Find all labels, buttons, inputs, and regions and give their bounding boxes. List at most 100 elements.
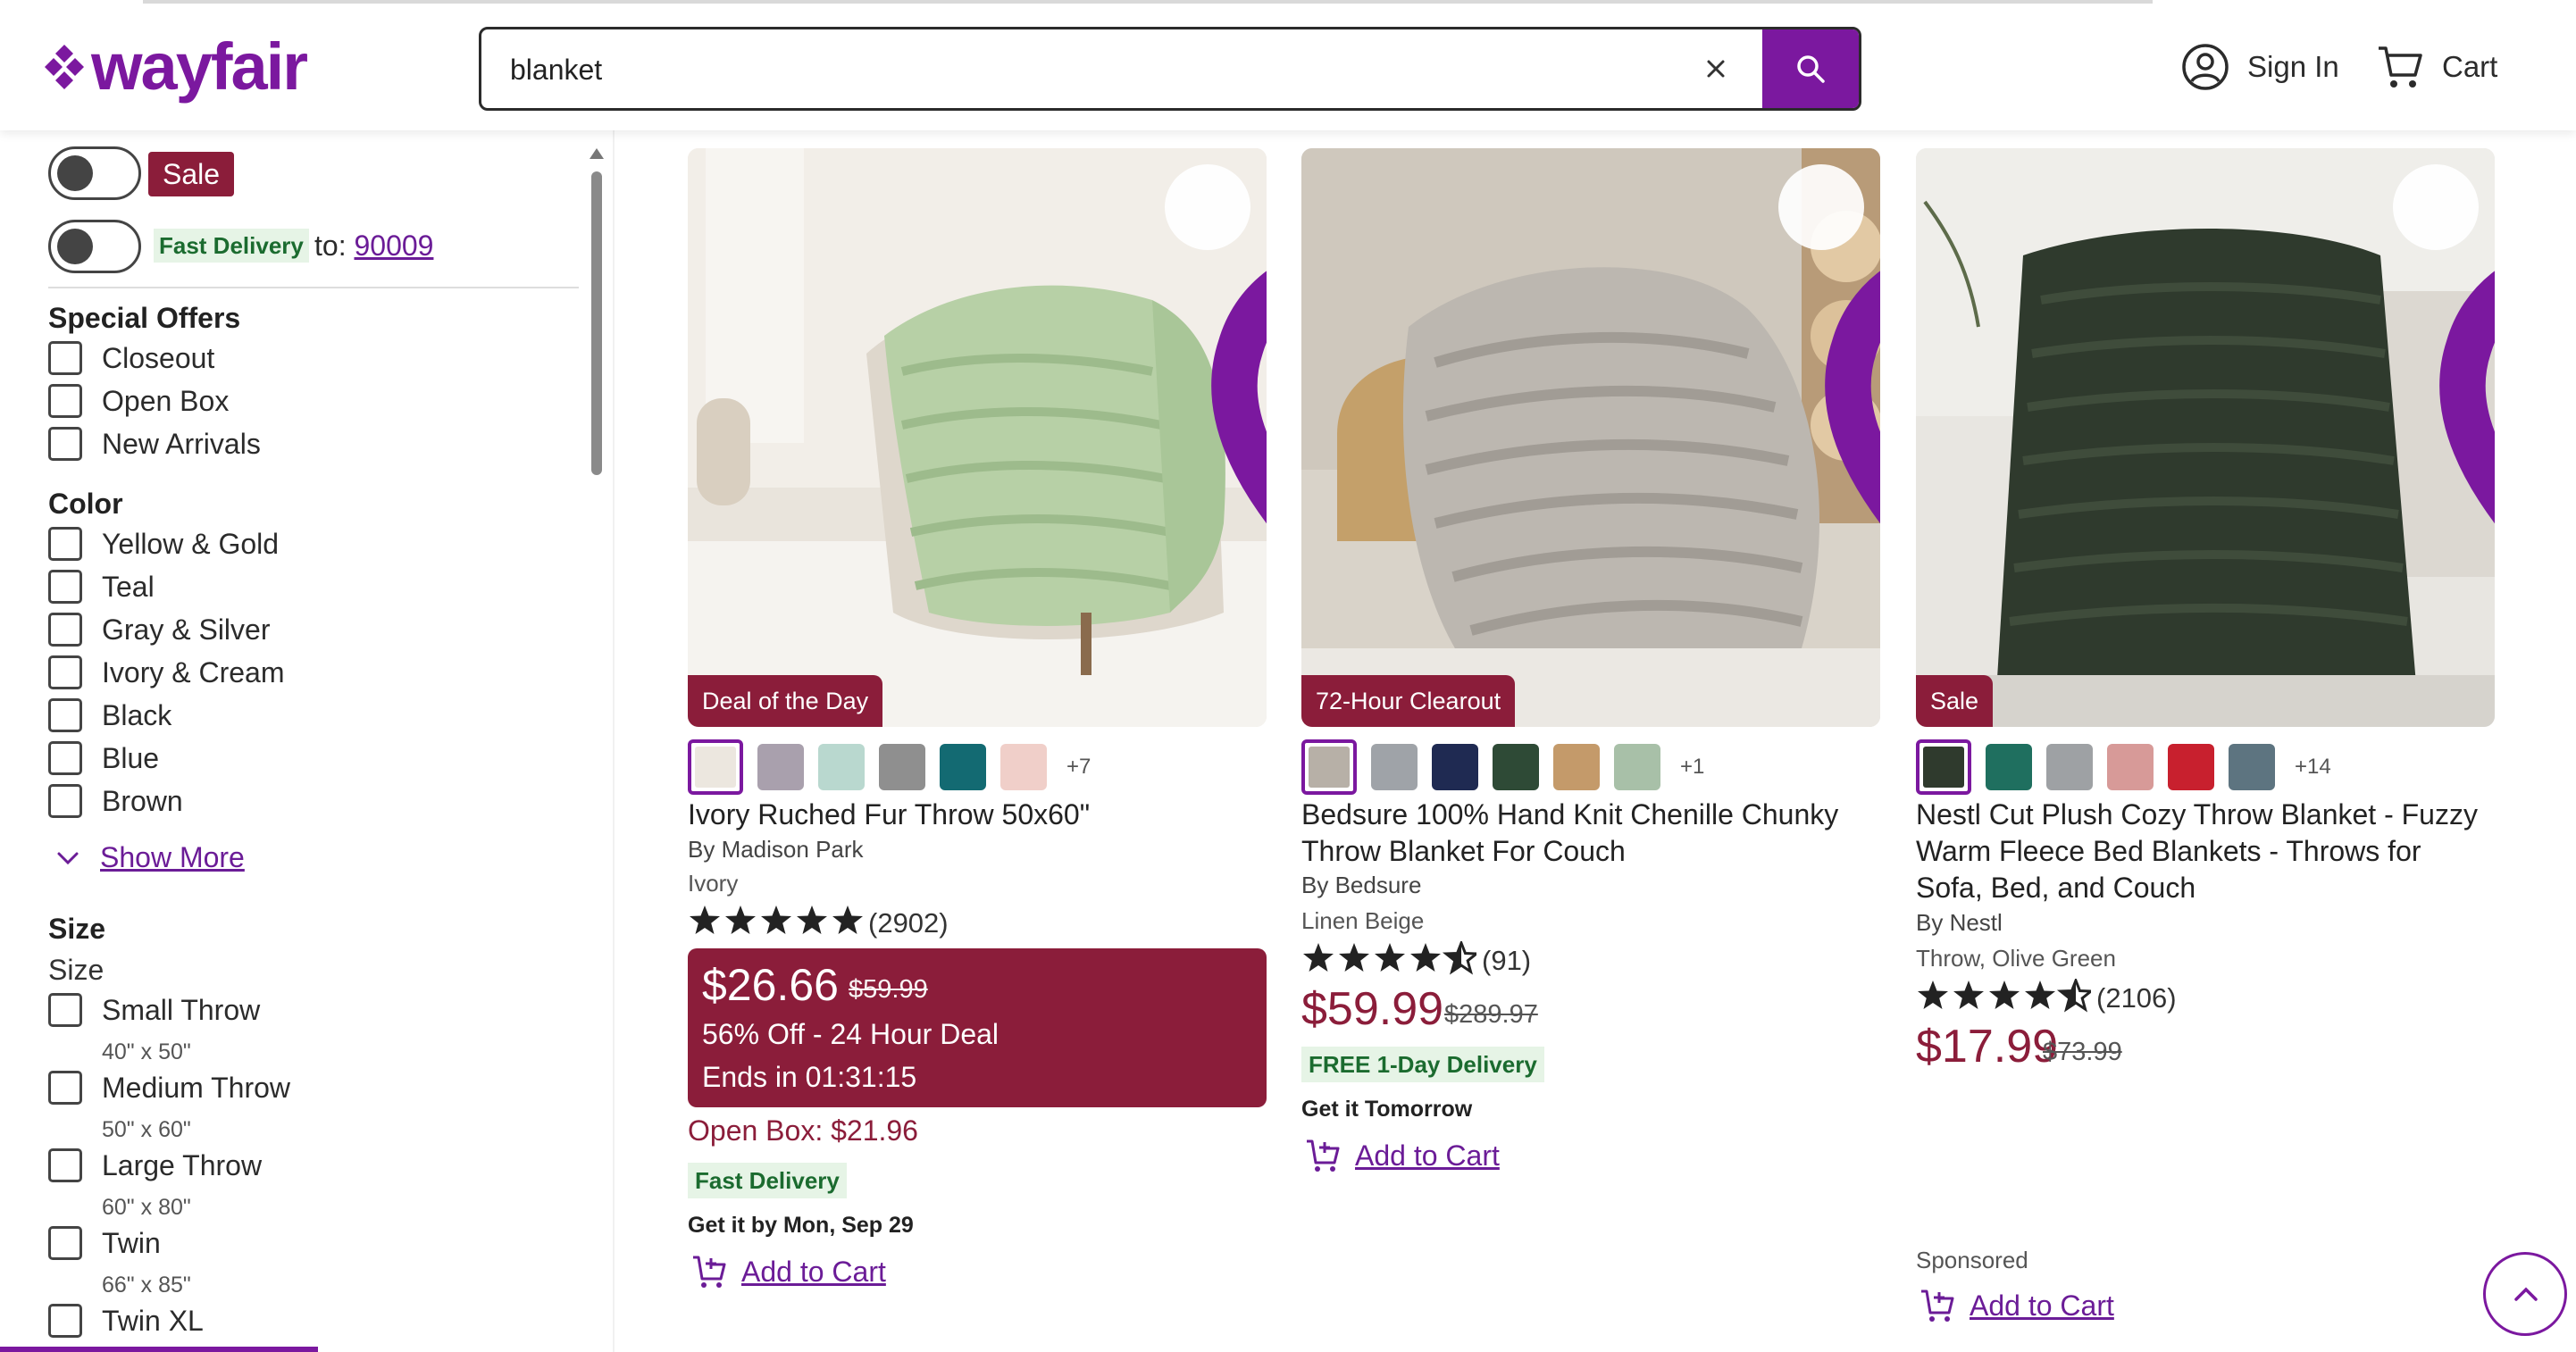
swatch[interactable] [2107,744,2154,790]
clear-search-button[interactable] [1696,49,1735,88]
more-swatches-count[interactable]: +1 [1680,755,1704,780]
checkbox[interactable] [48,1226,82,1260]
fast-delivery-toggle[interactable] [48,220,141,273]
product-title[interactable]: Ivory Ruched Fur Throw 50x60" [688,797,1267,833]
add-to-cart-button[interactable]: Add to Cart [1305,1138,1500,1173]
swatch[interactable] [1986,744,2032,790]
swatch[interactable] [2168,744,2214,790]
swatch-olive-green-selected[interactable] [1916,739,1971,795]
filter-checkbox-twin-xl[interactable]: Twin XL [48,1304,204,1338]
swatch[interactable] [1000,744,1047,790]
product-title[interactable]: Nestl Cut Plush Cozy Throw Blanket - Fuz… [1916,797,2495,906]
deal-badge: Deal of the Day [688,675,883,727]
product-image[interactable]: Sale [1916,148,2495,727]
star-icon [832,906,863,934]
swatch[interactable] [1553,744,1600,790]
checkbox[interactable] [48,655,82,689]
zip-code-link[interactable]: 90009 [354,230,433,262]
deal-discount-text: 56% Off - 24 Hour Deal [702,1018,999,1050]
checkbox[interactable] [48,1148,82,1182]
product-variant: Ivory [688,870,739,897]
filter-checkbox-blue[interactable]: Blue [48,741,159,775]
filter-sidebar: Sale Fast Delivery to: 90009 Special Off… [0,130,616,1352]
checkbox[interactable] [48,527,82,561]
favorite-button[interactable] [2393,164,2495,524]
checkbox-label: Ivory & Cream [102,655,285,689]
filter-checkbox-yellow-gold[interactable]: Yellow & Gold [48,527,279,561]
filter-checkbox-open-box[interactable]: Open Box [48,384,229,418]
product-brand: By Madison Park [688,836,864,863]
swatch[interactable] [757,744,804,790]
to-label: to: [314,230,347,262]
filter-checkbox-twin[interactable]: Twin [48,1226,161,1260]
filter-checkbox-medium-throw[interactable]: Medium Throw [48,1071,290,1105]
swatch[interactable] [879,744,925,790]
cart-button[interactable]: Cart [2376,43,2497,91]
swatch-linen-beige-selected[interactable] [1301,739,1357,795]
scroll-up-arrow-icon[interactable] [590,148,604,159]
search-icon [1797,55,1825,83]
filter-checkbox-small-throw[interactable]: Small Throw [48,993,260,1027]
swatch[interactable] [1371,744,1418,790]
filter-checkbox-closeout[interactable]: Closeout [48,341,214,375]
star-icon [1375,943,1405,972]
sale-toggle[interactable] [48,146,141,200]
swatch[interactable] [1432,744,1478,790]
favorite-button[interactable] [1165,164,1267,524]
search-input[interactable] [508,29,1673,108]
star-icon [1989,981,2020,1009]
product-rating[interactable]: (2106) [1916,976,2177,1017]
swatch-ivory-selected[interactable] [688,739,743,795]
checkbox[interactable] [48,784,82,818]
back-to-top-button[interactable] [2483,1252,2567,1336]
checkbox[interactable] [48,698,82,732]
sign-in-button[interactable]: Sign In [2181,43,2339,91]
add-to-cart-button[interactable]: Add to Cart [691,1254,886,1289]
filter-checkbox-brown[interactable]: Brown [48,784,183,818]
checkbox[interactable] [48,1304,82,1338]
favorite-button[interactable] [1778,164,1880,524]
checkbox[interactable] [48,993,82,1027]
add-to-cart-label: Add to Cart [1970,1289,2114,1322]
filter-checkbox-new-arrivals[interactable]: New Arrivals [48,427,261,461]
search-button[interactable] [1762,29,1859,108]
swatch[interactable] [2229,744,2275,790]
product-rating[interactable]: (2902) [688,904,949,942]
product-title[interactable]: Bedsure 100% Hand Knit Chenille Chunky T… [1301,797,1880,870]
deal-price: $26.66 [702,960,839,1010]
filter-checkbox-large-throw[interactable]: Large Throw [48,1148,262,1182]
checkbox[interactable] [48,341,82,375]
checkbox[interactable] [48,570,82,604]
product-variant: Throw, Olive Green [1916,945,2116,972]
more-swatches-count[interactable]: +7 [1066,755,1091,780]
filter-checkbox-gray-silver[interactable]: Gray & Silver [48,613,270,647]
toggle-knob [57,155,93,191]
more-swatches-count[interactable]: +14 [2295,755,2331,780]
checkbox-label: Twin XL [102,1304,204,1337]
size-dimensions: 60" x 80" [102,1195,191,1220]
swatch[interactable] [2046,744,2093,790]
add-to-cart-button[interactable]: Add to Cart [1919,1288,2114,1323]
swatch[interactable] [940,744,986,790]
checkbox-label: Yellow & Gold [102,527,280,560]
filter-checkbox-teal[interactable]: Teal [48,570,155,604]
checkbox[interactable] [48,384,82,418]
checkbox[interactable] [48,613,82,647]
swatch[interactable] [818,744,865,790]
wayfair-logo[interactable]: wayfair [43,34,308,100]
checkbox[interactable] [48,741,82,775]
product-image[interactable]: Deal of the Day [688,148,1267,727]
checkbox[interactable] [48,427,82,461]
swatch[interactable] [1614,744,1660,790]
show-more-colors-button[interactable]: Show More [55,841,245,874]
scrollbar-thumb[interactable] [591,171,602,475]
review-count: (2106) [2096,981,2177,1014]
swatch[interactable] [1493,744,1539,790]
filter-checkbox-black[interactable]: Black [48,698,171,732]
filter-checkbox-ivory-cream[interactable]: Ivory & Cream [48,655,284,689]
sidebar-scrollbar[interactable] [590,148,604,1352]
product-rating[interactable]: (91) [1301,939,1531,980]
product-image[interactable]: 72-Hour Clearout [1301,148,1880,727]
add-to-cart-label: Add to Cart [741,1255,886,1288]
checkbox[interactable] [48,1071,82,1105]
